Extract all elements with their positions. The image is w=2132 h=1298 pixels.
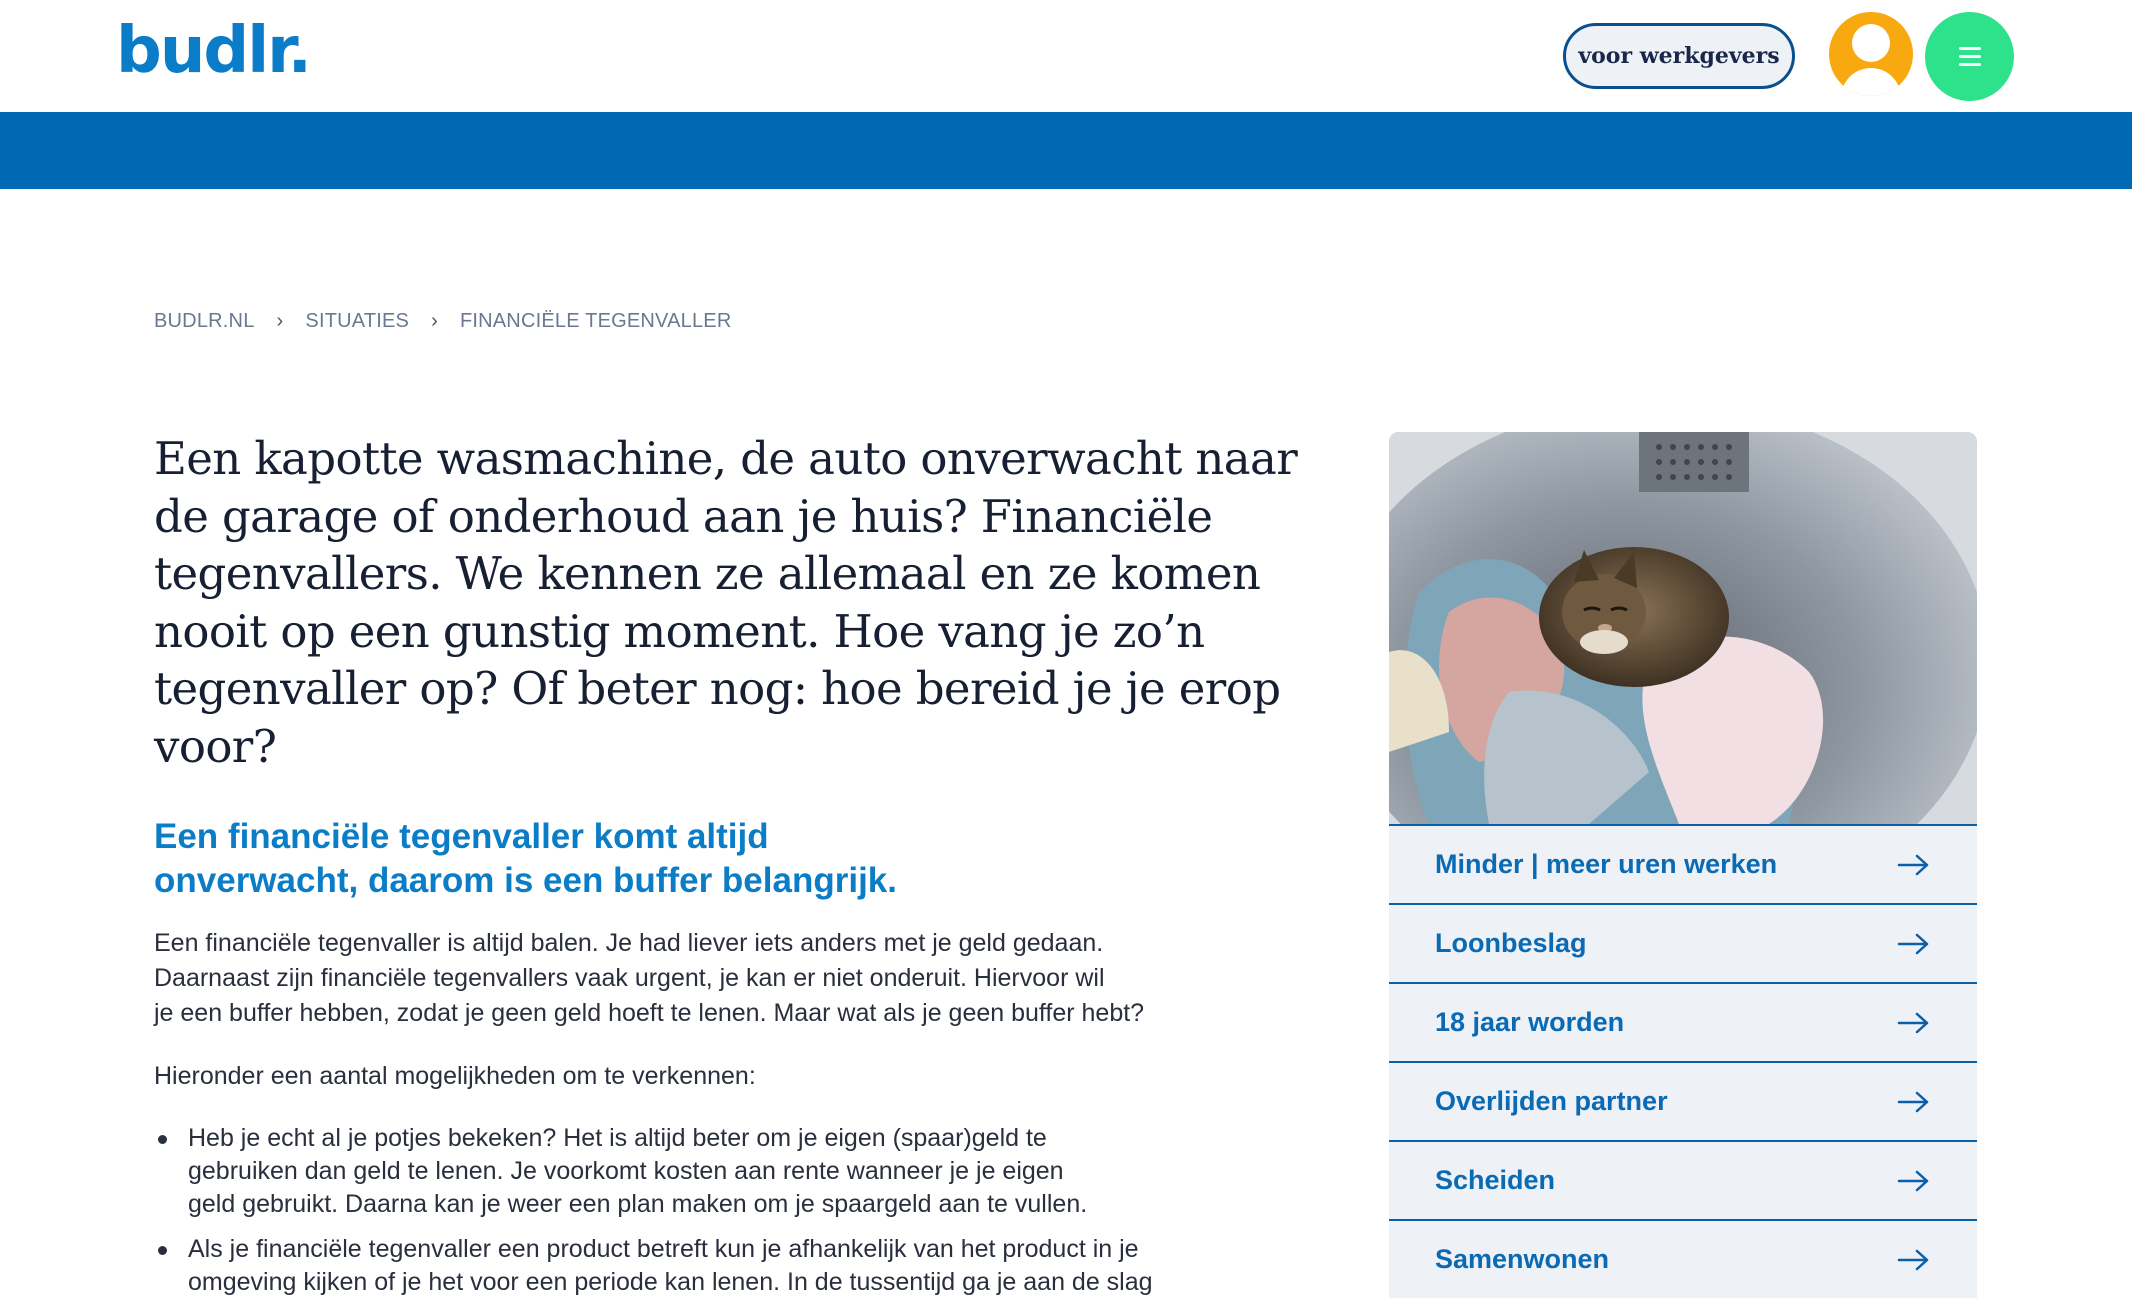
sidenav-item-label: 18 jaar worden (1435, 1007, 1625, 1037)
arrow-right-icon (1897, 854, 1929, 875)
paragraph-line: je een buffer hebben, zodat je geen geld… (154, 999, 1145, 1027)
avatar-head (1852, 24, 1890, 62)
sidenav-item-overlijden-partner[interactable]: Overlijden partner (1389, 1061, 1977, 1140)
arrow-right-icon (1897, 1249, 1929, 1270)
list-item: Als je financiële tegenvaller een produc… (154, 1233, 1214, 1298)
menu-line (1958, 55, 1981, 58)
chevron-right-icon: › (276, 310, 284, 332)
sidenav-item-minder-meer-uren[interactable]: Minder | meer uren werken (1389, 824, 1977, 903)
subheading: Een financiële tegenvaller komt altijd o… (154, 815, 954, 903)
list-item-line: Heb je echt al je potjes bekeken? Het is… (188, 1124, 1047, 1152)
sidenav-item-label: Minder | meer uren werken (1435, 849, 1778, 879)
cat-in-dryer-photo (1389, 432, 1977, 824)
sidenav-item-label: Loonbeslag (1435, 928, 1587, 958)
chevron-right-icon: › (431, 310, 438, 332)
photo-illustration (1389, 432, 1977, 824)
sidenav-item-label: Overlijden partner (1435, 1086, 1668, 1116)
list-item-line: geld gebruikt. Daarna kan je weer een pl… (188, 1190, 1088, 1218)
article-header: Een kapotte wasmachine, de auto onverwac… (154, 430, 1334, 903)
arrow-right-icon (1897, 1170, 1929, 1191)
sidenav-item-label: Scheiden (1435, 1165, 1556, 1195)
options-list: Heb je echt al je potjes bekeken? Het is… (154, 1122, 1214, 1298)
list-item-line: gebruiken dan geld te lenen. Je voorkomt… (188, 1157, 1064, 1185)
situations-nav: Minder | meer uren werken Loonbeslag 18 … (1389, 824, 1977, 1298)
intro-line: tegenvaller op? Of beter nog: hoe bereid… (154, 662, 1281, 773)
list-item-line: omgeving kijken of je het voor een perio… (188, 1268, 1153, 1296)
paragraph-line: Daarnaast zijn financiële tegenvallers v… (154, 964, 1105, 992)
employers-button[interactable]: voor werkgevers (1563, 23, 1795, 89)
breadcrumb-home[interactable]: BUDLR.NL (154, 310, 255, 333)
article-body: Een financiële tegenvaller is altijd bal… (154, 926, 1214, 1298)
budlr-logo[interactable]: budlr. (116, 14, 312, 88)
breadcrumb: BUDLR.NL › SITUATIES › FINANCIËLE TEGENV… (154, 310, 731, 333)
subheading-line: Een financiële tegenvaller komt altijd (154, 817, 769, 856)
arrow-right-icon (1897, 1091, 1929, 1112)
menu-line (1958, 63, 1981, 66)
menu-line (1958, 47, 1981, 50)
related-situations-sidebar: Minder | meer uren werken Loonbeslag 18 … (1389, 432, 1977, 1298)
sidenav-item-scheiden[interactable]: Scheiden (1389, 1140, 1977, 1219)
avatar-body (1841, 68, 1901, 96)
paragraph-line: Een financiële tegenvaller is altijd bal… (154, 929, 1104, 957)
hamburger-menu-icon[interactable] (1925, 12, 2014, 101)
intro-line: de garage of onderhoud aan je huis? Fina… (154, 489, 1213, 543)
breadcrumb-current[interactable]: FINANCIËLE TEGENVALLER (460, 310, 732, 333)
arrow-right-icon (1897, 1012, 1929, 1033)
intro-line: Een kapotte wasmachine, de auto onverwac… (154, 432, 1298, 485)
arrow-right-icon (1897, 933, 1929, 954)
subheading-line: onverwacht, daarom is een buffer belangr… (154, 861, 897, 900)
intro-line: tegenvallers. We kennen ze allemaal en z… (154, 547, 1261, 600)
list-item: Heb je echt al je potjes bekeken? Het is… (154, 1122, 1214, 1221)
intro-text: Een kapotte wasmachine, de auto onverwac… (154, 430, 1334, 775)
sidenav-item-18-jaar[interactable]: 18 jaar worden (1389, 982, 1977, 1061)
sidenav-item-label: Samenwonen (1435, 1244, 1610, 1274)
sidenav-item-samenwonen[interactable]: Samenwonen (1389, 1219, 1977, 1298)
intro-line: nooit op een gunstig moment. Hoe vang je… (154, 604, 1205, 658)
paragraph: Een financiële tegenvaller is altijd bal… (154, 926, 1214, 1031)
list-item-line: Als je financiële tegenvaller een produc… (188, 1235, 1139, 1263)
sidenav-item-loonbeslag[interactable]: Loonbeslag (1389, 903, 1977, 982)
list-intro: Hieronder een aantal mogelijkheden om te… (154, 1062, 756, 1090)
breadcrumb-situaties[interactable]: SITUATIES (305, 310, 409, 333)
user-avatar-icon[interactable] (1829, 12, 1913, 96)
site-header: budlr. voor werkgevers (0, 0, 2132, 112)
header-blue-band (0, 112, 2132, 189)
